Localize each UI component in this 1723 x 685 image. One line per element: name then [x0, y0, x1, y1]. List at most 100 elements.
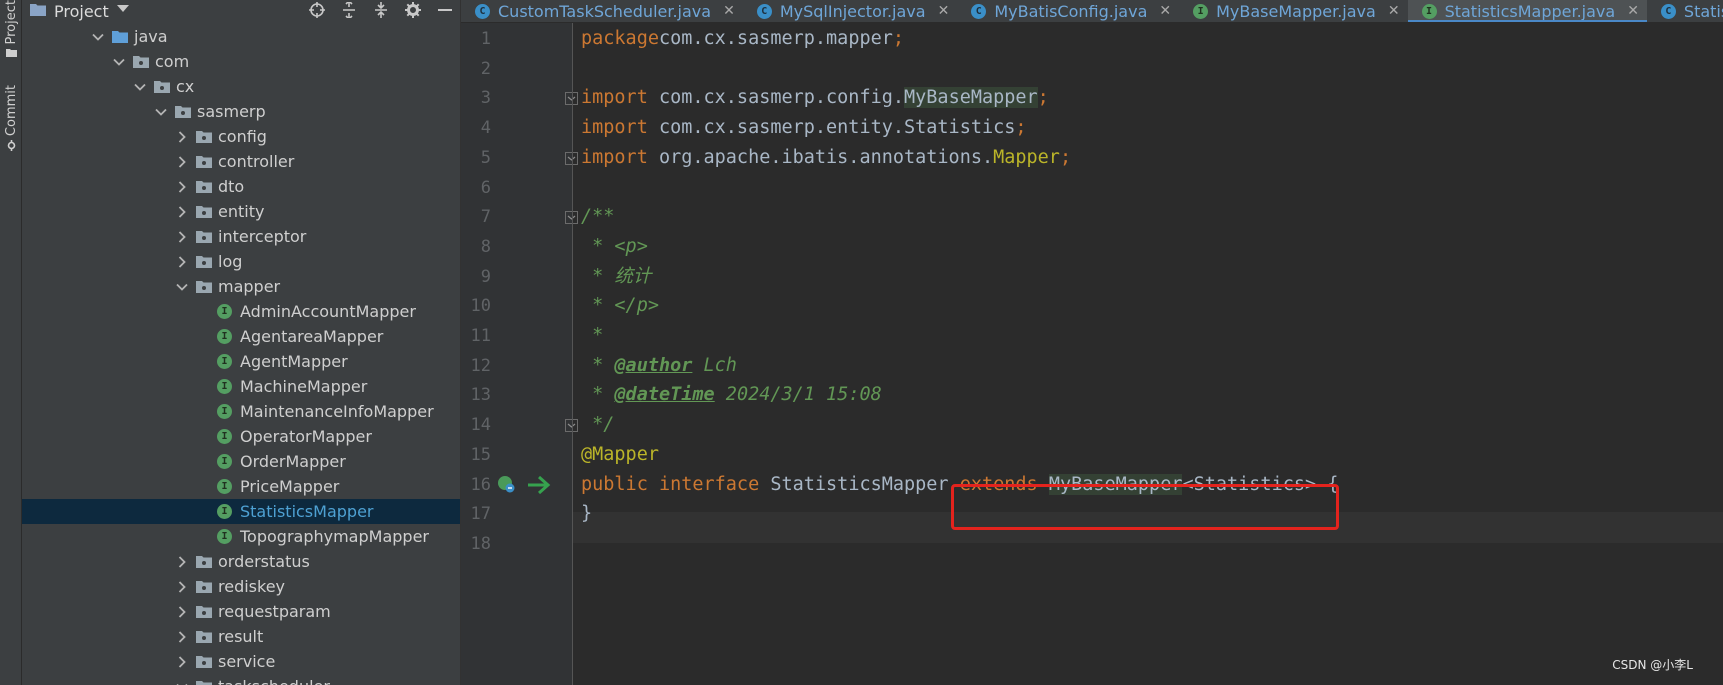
chevron-right-icon[interactable]: [176, 655, 188, 668]
tree-row[interactable]: controller: [22, 149, 460, 174]
tree-row[interactable]: I AgentMapper: [22, 349, 460, 374]
tree-row[interactable]: I AdminAccountMapper: [22, 299, 460, 324]
select-opened-file-button[interactable]: [301, 0, 333, 20]
line-number[interactable]: 14: [461, 413, 491, 437]
chevron-right-icon[interactable]: [176, 255, 188, 268]
tree-row[interactable]: config: [22, 124, 460, 149]
chevron-down-icon[interactable]: [92, 31, 104, 43]
line-number[interactable]: 12: [461, 354, 491, 378]
editor-tab[interactable]: C MySqlInjector.java ✕: [743, 0, 958, 22]
tree-row[interactable]: cx: [22, 74, 460, 99]
code-line[interactable]: @Mapper: [581, 443, 659, 467]
tree-row[interactable]: I AgentareaMapper: [22, 324, 460, 349]
collapse-all-button[interactable]: [365, 0, 397, 20]
chevron-right-icon[interactable]: [176, 205, 188, 218]
chevron-down-icon[interactable]: [176, 281, 188, 293]
tree-row[interactable]: I OperatorMapper: [22, 424, 460, 449]
tree-row[interactable]: log: [22, 249, 460, 274]
line-number[interactable]: 5: [461, 146, 491, 170]
chevron-right-icon[interactable]: [176, 180, 188, 193]
tree-row[interactable]: sasmerp: [22, 99, 460, 124]
chevron-right-icon[interactable]: [176, 230, 188, 243]
editor-tab[interactable]: C CustomTaskScheduler.java ✕: [461, 0, 743, 22]
implemented-marker-icon[interactable]: [497, 475, 517, 495]
tree-row[interactable]: mapper: [22, 274, 460, 299]
code-token: */: [581, 414, 615, 436]
tree-row[interactable]: I MaintenanceInfoMapper: [22, 399, 460, 424]
code-line[interactable]: /**: [581, 205, 614, 229]
chevron-right-icon[interactable]: [176, 555, 188, 568]
chevron-right-icon[interactable]: [176, 580, 188, 593]
code-line[interactable]: * @dateTime 2024/3/1 15:08: [581, 383, 882, 407]
project-tool-tab[interactable]: Project: [0, 0, 22, 58]
code-line[interactable]: */: [581, 413, 614, 437]
line-number[interactable]: 13: [461, 383, 491, 407]
tree-row[interactable]: I OrderMapper: [22, 449, 460, 474]
arrow-right-icon[interactable]: [527, 475, 551, 495]
line-number[interactable]: 6: [461, 176, 491, 200]
code-line[interactable]: * </p>: [581, 294, 659, 318]
line-number[interactable]: 4: [461, 116, 491, 140]
line-number[interactable]: 1: [461, 27, 491, 51]
close-icon[interactable]: ✕: [1388, 3, 1400, 19]
tree-row[interactable]: result: [22, 624, 460, 649]
code-line[interactable]: import com.cx.sasmerp.entity.Statistics;: [581, 116, 1027, 140]
line-number[interactable]: 15: [461, 443, 491, 467]
code-line[interactable]: import org.apache.ibatis.annotations.Map…: [581, 146, 1071, 170]
editor-tab[interactable]: CStatistics.java✕: [1647, 0, 1723, 22]
editor-tab[interactable]: I StatisticsMapper.java ✕: [1407, 0, 1648, 22]
project-view-selector[interactable]: Project: [30, 0, 129, 22]
tree-row[interactable]: service: [22, 649, 460, 674]
line-number[interactable]: 18: [461, 532, 491, 556]
code-line[interactable]: * 统计: [581, 265, 651, 289]
close-icon[interactable]: ✕: [1627, 3, 1639, 19]
tree-row[interactable]: entity: [22, 199, 460, 224]
chevron-right-icon[interactable]: [176, 130, 188, 143]
line-number[interactable]: 16: [461, 473, 491, 497]
code-line[interactable]: *: [581, 324, 603, 348]
tree-row[interactable]: I PriceMapper: [22, 474, 460, 499]
tree-row[interactable]: dto: [22, 174, 460, 199]
line-number[interactable]: 17: [461, 502, 491, 526]
tree-item-label: sasmerp: [197, 102, 266, 121]
tree-row[interactable]: java: [22, 24, 460, 49]
tree-row[interactable]: I MachineMapper: [22, 374, 460, 399]
line-number[interactable]: 3: [461, 86, 491, 110]
editor-tab[interactable]: C MyBatisConfig.java ✕: [957, 0, 1179, 22]
tree-row[interactable]: I TopographymapMapper: [22, 524, 460, 549]
editor-tab[interactable]: I MyBaseMapper.java ✕: [1179, 0, 1407, 22]
tree-row[interactable]: orderstatus: [22, 549, 460, 574]
expand-all-button[interactable]: [333, 0, 365, 20]
chevron-right-icon[interactable]: [176, 605, 188, 618]
code-line[interactable]: * <p>: [581, 235, 648, 259]
commit-tool-tab[interactable]: Commit: [0, 85, 22, 152]
line-number[interactable]: 9: [461, 265, 491, 289]
line-number[interactable]: 10: [461, 294, 491, 318]
tree-row[interactable]: I StatisticsMapper: [22, 499, 460, 524]
chevron-down-icon[interactable]: [113, 56, 125, 68]
settings-button[interactable]: [397, 0, 429, 20]
line-number[interactable]: 2: [461, 57, 491, 81]
close-icon[interactable]: ✕: [723, 3, 735, 19]
tree-row[interactable]: taskscheduler: [22, 674, 460, 685]
code-line[interactable]: packagecom.cx.sasmerp.mapper;: [581, 27, 904, 51]
tree-row[interactable]: requestparam: [22, 599, 460, 624]
tree-row[interactable]: rediskey: [22, 574, 460, 599]
hide-panel-button[interactable]: [429, 0, 460, 20]
line-number[interactable]: 8: [461, 235, 491, 259]
code-line[interactable]: import com.cx.sasmerp.config.MyBaseMappe…: [581, 86, 1049, 110]
line-number[interactable]: 11: [461, 324, 491, 348]
code-line[interactable]: }: [581, 502, 592, 526]
tree-row[interactable]: interceptor: [22, 224, 460, 249]
chevron-down-icon[interactable]: [176, 681, 188, 685]
chevron-right-icon[interactable]: [176, 155, 188, 168]
chevron-down-icon[interactable]: [155, 106, 167, 118]
code-editor[interactable]: 1 2 3 4 5 6 7 8 9 10 11 12 13 14 15 16 17 18 packagecom.c…: [461, 23, 1723, 685]
close-icon[interactable]: ✕: [1159, 3, 1171, 19]
code-line[interactable]: * @author Lch: [581, 354, 737, 378]
chevron-right-icon[interactable]: [176, 630, 188, 643]
chevron-down-icon[interactable]: [134, 81, 146, 93]
tree-row[interactable]: com: [22, 49, 460, 74]
close-icon[interactable]: ✕: [938, 3, 950, 19]
line-number[interactable]: 7: [461, 205, 491, 229]
